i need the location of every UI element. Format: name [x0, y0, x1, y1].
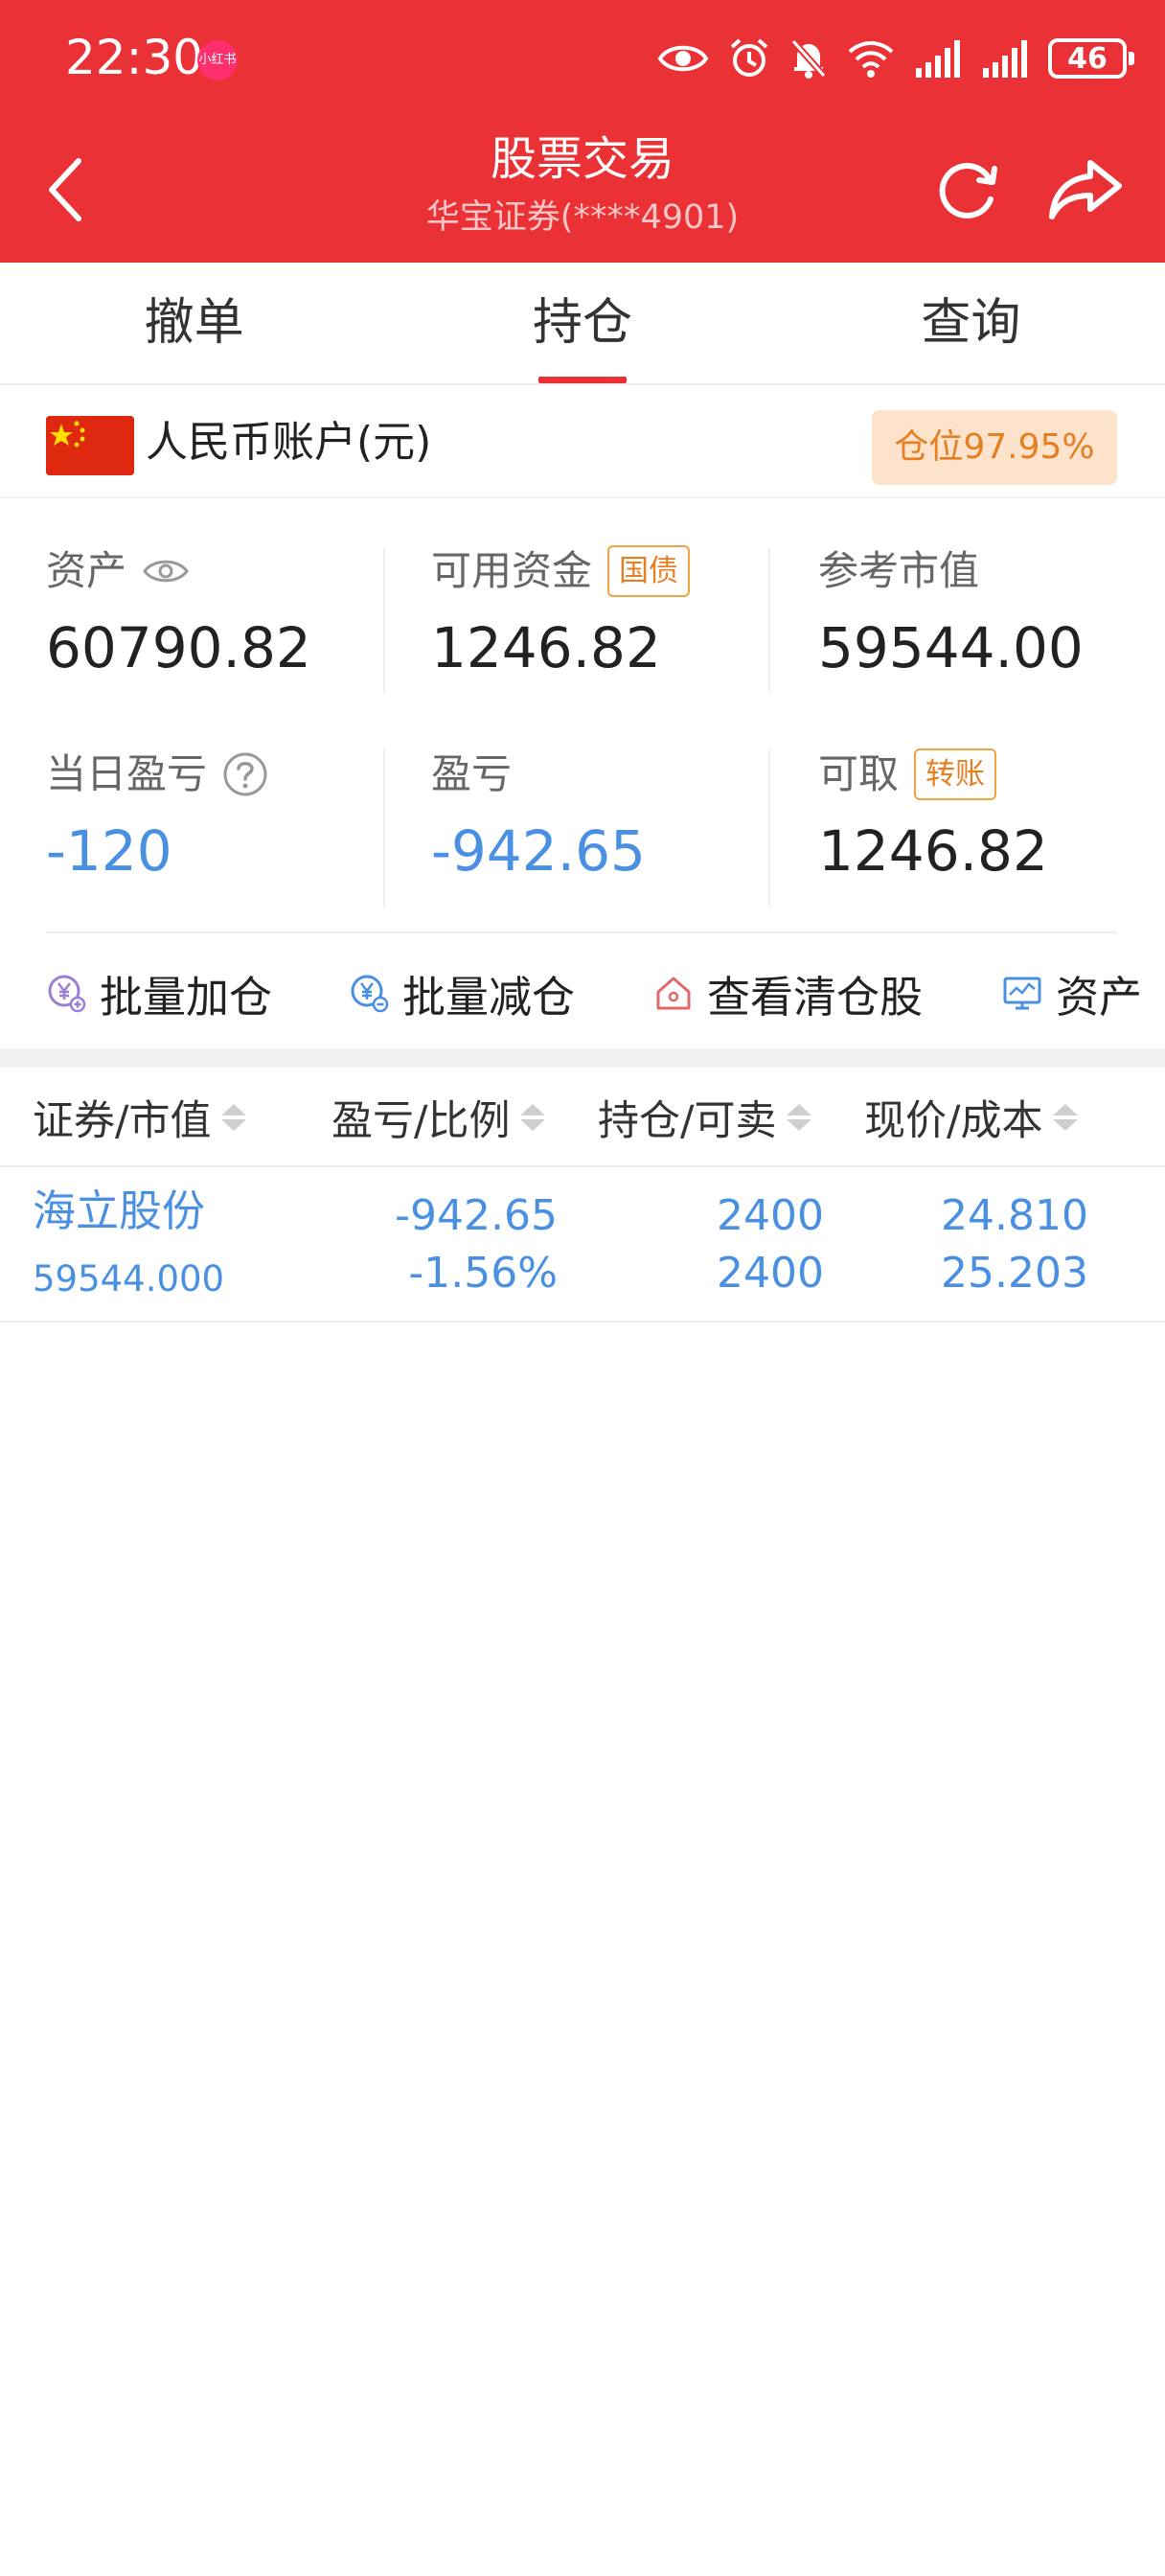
alarm-icon — [730, 38, 768, 77]
stat-market-value: 参考市值 59544.00 — [818, 537, 1163, 700]
wifi-icon — [848, 41, 894, 78]
divider — [383, 548, 385, 692]
sort-icon — [786, 1104, 811, 1131]
section-divider — [0, 1048, 1165, 1068]
assets-label: 资产 — [1056, 971, 1143, 1023]
stat-daily-pnl-value: -120 — [46, 818, 172, 884]
quick-actions: 批量加仓 批量减仓 查看清仓股 资产 — [0, 943, 1165, 1043]
stat-available-label-row: 可用资金 国债 — [431, 537, 691, 606]
column-label: 持仓/可卖 — [598, 1097, 777, 1145]
signal-icon — [916, 40, 960, 78]
batch-reduce-label: 批量减仓 — [402, 971, 576, 1023]
batch-add-label: 批量加仓 — [100, 971, 273, 1023]
assets-button[interactable]: 资产 — [1002, 943, 1142, 1043]
stat-pnl-label: 盈亏 — [431, 750, 513, 797]
tab-positions[interactable]: 持仓 — [388, 263, 776, 383]
row-holding: 2400 — [717, 1191, 824, 1240]
tab-query[interactable]: 查询 — [777, 263, 1165, 383]
stat-available: 可用资金 国债 1246.82 — [431, 537, 776, 700]
position-ratio-badge: 仓位97.95% — [872, 410, 1117, 485]
mute-bell-icon — [790, 38, 827, 79]
house-icon — [656, 977, 691, 1010]
account-currency-label: 人民币账户(元) — [146, 418, 432, 467]
stat-withdrawable-value: 1246.82 — [818, 818, 1048, 884]
stat-assets: 资产 60790.82 — [46, 537, 391, 700]
yen-minus-icon — [351, 975, 389, 1013]
column-security-market-value[interactable]: 证券/市值 — [33, 1068, 246, 1167]
tab-bar: 撤单 持仓 查询 — [0, 263, 1165, 385]
column-label: 现价/成本 — [864, 1097, 1043, 1145]
stat-pnl: 盈亏 -942.65 — [431, 740, 776, 903]
stat-market-value-label: 参考市值 — [818, 547, 980, 594]
signal-icon-2 — [983, 40, 1027, 78]
treasury-bond-tag[interactable]: 国债 — [607, 545, 691, 597]
battery-icon: 46 — [1048, 38, 1134, 79]
table-row[interactable]: 海立股份 59544.000 -942.65 -1.56% 2400 2400 … — [0, 1167, 1165, 1322]
row-price: 24.810 — [941, 1191, 1088, 1240]
tab-cancel-order[interactable]: 撤单 — [0, 263, 388, 383]
stat-daily-pnl-label-row: 当日盈亏 — [46, 740, 268, 809]
refresh-icon[interactable] — [931, 153, 1004, 226]
account-row: 人民币账户(元) 仓位97.95% — [0, 387, 1165, 498]
china-flag-icon — [46, 416, 134, 475]
row-pnl-ratio: -1.56% — [408, 1249, 558, 1298]
stat-assets-label: 资产 — [46, 547, 127, 594]
battery-level: 46 — [1067, 41, 1108, 76]
view-cleared-stocks-button[interactable]: 查看清仓股 — [653, 943, 923, 1043]
transfer-tag[interactable]: 转账 — [914, 748, 997, 800]
batch-add-button[interactable]: 批量加仓 — [46, 943, 272, 1043]
stat-pnl-label-row: 盈亏 — [431, 740, 512, 809]
view-cleared-stocks-label: 查看清仓股 — [707, 971, 924, 1023]
security-name: 海立股份 — [33, 1185, 206, 1236]
stat-withdrawable-label: 可取 — [818, 750, 900, 797]
divider — [46, 932, 1117, 933]
column-label: 证券/市值 — [33, 1097, 212, 1145]
monitor-chart-icon — [1003, 977, 1041, 1010]
stat-withdrawable-label-row: 可取 转账 — [818, 740, 997, 809]
yen-plus-icon — [48, 975, 86, 1013]
row-pnl: -942.65 — [395, 1191, 558, 1240]
holdings-table-header: 证券/市值 盈亏/比例 持仓/可卖 现价/成本 — [0, 1068, 1165, 1167]
divider — [768, 548, 770, 692]
security-market-value: 59544.000 — [33, 1258, 225, 1300]
divider — [383, 749, 385, 907]
notification-app-icon: 小红书 — [197, 40, 238, 80]
row-sellable: 2400 — [717, 1249, 824, 1298]
status-icons: 46 — [657, 33, 1134, 84]
share-icon[interactable] — [1046, 153, 1125, 226]
column-price-cost[interactable]: 现价/成本 — [864, 1068, 1078, 1167]
sort-icon — [220, 1104, 246, 1131]
stat-pnl-value: -942.65 — [431, 818, 646, 884]
help-icon[interactable] — [222, 751, 268, 797]
stat-daily-pnl-label: 当日盈亏 — [46, 750, 208, 797]
column-pnl-ratio[interactable]: 盈亏/比例 — [331, 1068, 545, 1167]
stat-assets-label-row: 资产 — [46, 537, 190, 606]
sort-icon — [1052, 1104, 1078, 1131]
batch-reduce-button[interactable]: 批量减仓 — [349, 943, 575, 1043]
sort-icon — [519, 1104, 545, 1131]
column-label: 盈亏/比例 — [331, 1097, 511, 1145]
stat-available-value: 1246.82 — [431, 615, 661, 680]
eye-icon — [657, 45, 709, 72]
eye-toggle-icon[interactable] — [142, 555, 190, 587]
stat-available-label: 可用资金 — [431, 547, 593, 594]
status-time: 22:30 — [65, 30, 204, 85]
status-bar: 22:30 小红书 46 — [0, 0, 1165, 115]
stat-market-value-label-row: 参考市值 — [818, 537, 979, 606]
app-header: 22:30 小红书 46 股票交易 华宝证券(****4901) — [0, 0, 1165, 263]
divider — [768, 749, 770, 907]
column-holding-sellable[interactable]: 持仓/可卖 — [598, 1068, 811, 1167]
stat-daily-pnl: 当日盈亏 -120 — [46, 740, 391, 903]
stat-withdrawable: 可取 转账 1246.82 — [818, 740, 1163, 903]
stat-assets-value: 60790.82 — [46, 615, 311, 680]
stat-market-value-value: 59544.00 — [818, 615, 1084, 680]
row-cost: 25.203 — [941, 1249, 1088, 1298]
